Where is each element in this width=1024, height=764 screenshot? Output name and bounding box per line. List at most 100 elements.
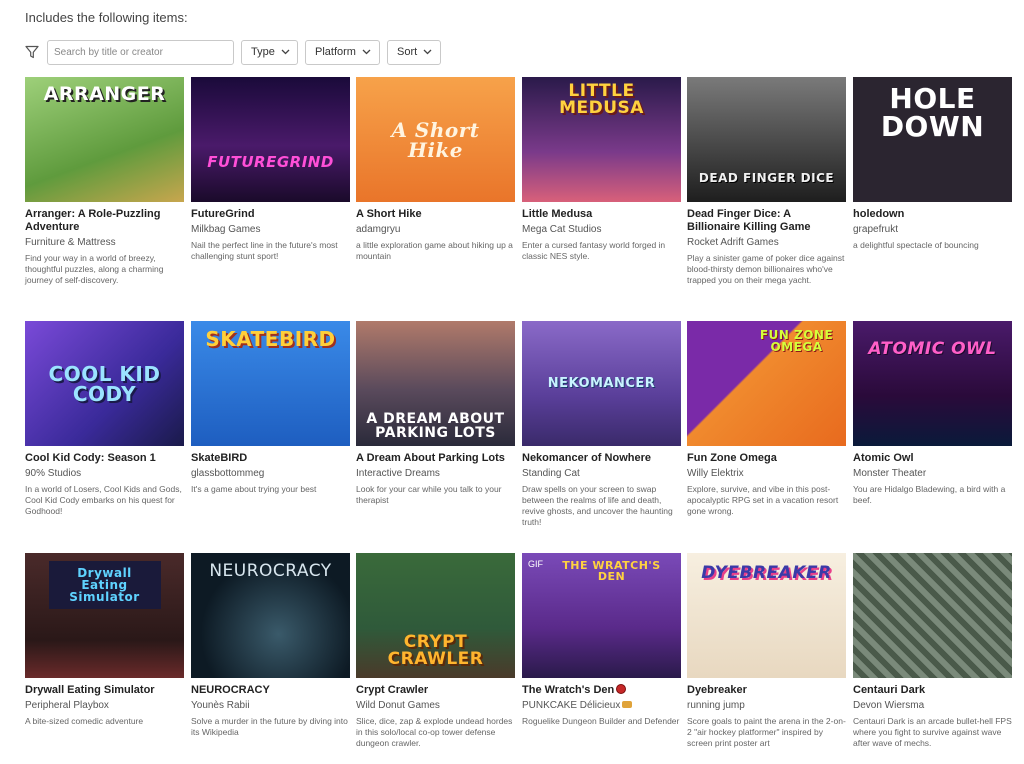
game-description: Play a sinister game of poker dice again… [687, 253, 845, 285]
game-thumbnail[interactable]: NEKOMANCER [522, 321, 681, 446]
game-author[interactable]: Rocket Adrift Games [687, 236, 846, 249]
game-card[interactable]: NEKOMANCER Nekomancer of Nowhere Standin… [522, 321, 681, 528]
thumbnail-title: FUN ZONE OMEGA [759, 328, 834, 354]
game-card[interactable]: FUTUREGRIND FutureGrind Milkbag Games Na… [191, 77, 350, 262]
search-input[interactable] [47, 39, 234, 65]
game-description: Roguelike Dungeon Builder and Defender [522, 716, 680, 726]
game-thumbnail[interactable]: HOLE DOWN [853, 77, 1012, 202]
game-card[interactable]: FUN ZONE OMEGA Fun Zone Omega Willy Elek… [687, 321, 846, 517]
game-description: Find your way in a world of breezy, thou… [25, 253, 164, 285]
game-author[interactable]: Mega Cat Studios [522, 223, 681, 236]
game-description: A bite-sized comedic adventure [25, 716, 144, 726]
game-author[interactable]: Younès Rabii [191, 699, 350, 712]
game-author[interactable]: 90% Studios [25, 467, 184, 480]
game-thumbnail[interactable]: A Short Hike [356, 77, 515, 202]
game-card[interactable]: A DREAM ABOUT PARKING LOTS A Dream About… [356, 321, 515, 506]
game-thumbnail[interactable]: LITTLE MEDUSA [522, 77, 681, 202]
game-title[interactable]: A Dream About Parking Lots [356, 452, 515, 465]
game-thumbnail[interactable]: Drywall Eating Simulator [25, 553, 184, 678]
game-description: Look for your car while you talk to your… [356, 484, 502, 505]
game-title[interactable]: SkateBIRD [191, 452, 350, 465]
game-thumbnail[interactable]: CRYPT CRAWLER [356, 553, 515, 678]
game-title[interactable]: Fun Zone Omega [687, 452, 846, 465]
game-card[interactable]: COOL KID CODY Cool Kid Cody: Season 1 90… [25, 321, 184, 517]
game-description: Draw spells on your screen to swap betwe… [522, 484, 673, 527]
thumbnail-title: A DREAM ABOUT PARKING LOTS [366, 411, 505, 441]
game-card[interactable]: GIF THE WRATCH'S DEN The Wratch's Den PU… [522, 553, 681, 727]
game-card[interactable]: Centauri Dark Devon Wiersma Centauri Dar… [853, 553, 1012, 749]
game-title[interactable]: holedown [853, 208, 1012, 221]
game-card[interactable]: NEUROCRACY NEUROCRACY Younès Rabii Solve… [191, 553, 350, 738]
game-description: Centauri Dark is an arcade bullet-hell F… [853, 716, 1012, 748]
game-title[interactable]: Crypt Crawler [356, 684, 515, 697]
game-thumbnail[interactable]: ATOMIC OWL [853, 321, 1012, 446]
game-thumbnail[interactable]: GIF THE WRATCH'S DEN [522, 553, 681, 678]
game-author[interactable]: glassbottommeg [191, 467, 350, 480]
game-title[interactable]: Centauri Dark [853, 684, 1012, 697]
game-thumbnail[interactable]: FUTUREGRIND [191, 77, 350, 202]
game-author[interactable]: PUNKCAKE Délicieux [522, 699, 681, 712]
game-author[interactable]: Interactive Dreams [356, 467, 515, 480]
type-dropdown-label: Type [251, 46, 275, 58]
chevron-down-icon [423, 48, 432, 57]
game-title[interactable]: A Short Hike [356, 208, 515, 221]
platform-dropdown[interactable]: Platform [305, 39, 380, 65]
game-card[interactable]: A Short Hike A Short Hike adamgryu a lit… [356, 77, 515, 262]
game-title[interactable]: Dead Finger Dice: A Billionaire Killing … [687, 208, 846, 234]
game-description: Nail the perfect line in the future's mo… [191, 240, 338, 261]
game-title[interactable]: Atomic Owl [853, 452, 1012, 465]
thumbnail-title: HOLE DOWN [880, 82, 985, 143]
game-title[interactable]: Nekomancer of Nowhere [522, 452, 681, 465]
thumbnail-title: DEAD FINGER DICE [698, 171, 835, 185]
thumbnail-title: NEUROCRACY [209, 561, 332, 581]
game-card[interactable]: SKATEBIRD SkateBIRD glassbottommeg It's … [191, 321, 350, 495]
game-author[interactable]: Devon Wiersma [853, 699, 1012, 712]
game-title[interactable]: Little Medusa [522, 208, 681, 221]
game-description: a delightful spectacle of bouncing [853, 240, 979, 250]
game-author[interactable]: Furniture & Mattress [25, 236, 184, 249]
game-card[interactable]: Drywall Eating Simulator Drywall Eating … [25, 553, 184, 727]
game-thumbnail[interactable]: ARRANGER [25, 77, 184, 202]
game-card[interactable]: ATOMIC OWL Atomic Owl Monster Theater Yo… [853, 321, 1012, 506]
game-author[interactable]: Peripheral Playbox [25, 699, 184, 712]
game-author[interactable]: Milkbag Games [191, 223, 350, 236]
chevron-down-icon [362, 48, 371, 57]
sort-dropdown[interactable]: Sort [387, 39, 441, 65]
game-card[interactable]: HOLE DOWN holedown grapefrukt a delightf… [853, 77, 1012, 251]
game-thumbnail[interactable]: COOL KID CODY [25, 321, 184, 446]
game-card[interactable]: DEAD FINGER DICE Dead Finger Dice: A Bil… [687, 77, 846, 286]
game-title[interactable]: NEUROCRACY [191, 684, 350, 697]
thumbnail-title: A Short Hike [391, 117, 480, 162]
game-card[interactable]: ARRANGER Arranger: A Role-Puzzling Adven… [25, 77, 184, 286]
game-author[interactable]: Monster Theater [853, 467, 1012, 480]
game-thumbnail[interactable]: NEUROCRACY [191, 553, 350, 678]
funnel-icon[interactable] [25, 45, 40, 60]
game-thumbnail[interactable]: SKATEBIRD [191, 321, 350, 446]
game-title[interactable]: Arranger: A Role-Puzzling Adventure [25, 208, 184, 234]
game-author[interactable]: Wild Donut Games [356, 699, 515, 712]
game-thumbnail[interactable]: DYEBREAKER [687, 553, 846, 678]
thumbnail-title: THE WRATCH'S DEN [562, 559, 661, 583]
game-description: It's a game about trying your best [191, 484, 317, 494]
game-description: You are Hidalgo Bladewing, a bird with a… [853, 484, 1006, 505]
type-dropdown[interactable]: Type [241, 39, 298, 65]
game-thumbnail[interactable] [853, 553, 1012, 678]
game-title[interactable]: FutureGrind [191, 208, 350, 221]
chevron-down-icon [281, 48, 290, 57]
game-description: Score goals to paint the arena in the 2-… [687, 716, 846, 748]
game-card[interactable]: DYEBREAKER Dyebreaker running jump Score… [687, 553, 846, 749]
game-author[interactable]: Standing Cat [522, 467, 681, 480]
game-card[interactable]: LITTLE MEDUSA Little Medusa Mega Cat Stu… [522, 77, 681, 262]
game-author[interactable]: adamgryu [356, 223, 515, 236]
game-title[interactable]: Cool Kid Cody: Season 1 [25, 452, 184, 465]
game-author[interactable]: running jump [687, 699, 846, 712]
game-title[interactable]: Dyebreaker [687, 684, 846, 697]
game-author[interactable]: grapefrukt [853, 223, 1012, 236]
game-title[interactable]: The Wratch's Den [522, 684, 681, 697]
game-thumbnail[interactable]: FUN ZONE OMEGA [687, 321, 846, 446]
game-thumbnail[interactable]: A DREAM ABOUT PARKING LOTS [356, 321, 515, 446]
game-thumbnail[interactable]: DEAD FINGER DICE [687, 77, 846, 202]
game-card[interactable]: CRYPT CRAWLER Crypt Crawler Wild Donut G… [356, 553, 515, 749]
game-author[interactable]: Willy Elektrix [687, 467, 846, 480]
game-title[interactable]: Drywall Eating Simulator [25, 684, 184, 697]
